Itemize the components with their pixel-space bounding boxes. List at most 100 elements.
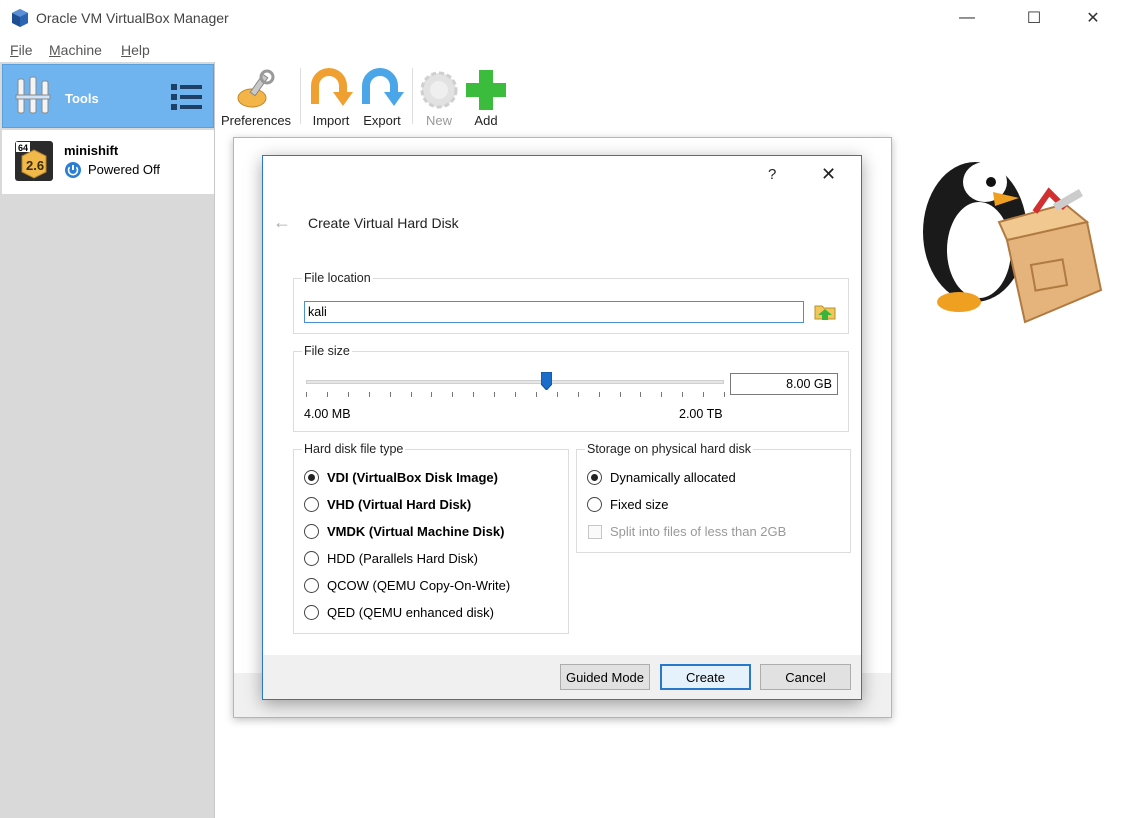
slider-tick <box>431 392 433 397</box>
slider-tick <box>577 392 579 397</box>
dialog-body: File location kali File size 8.00 GB 4.0… <box>263 250 861 655</box>
storage-group: Storage on physical hard disk Dynamicall… <box>576 442 851 553</box>
main-toolbar: Preferences Import Export New Add <box>216 62 1124 128</box>
disk-type-radio[interactable]: VDI (VirtualBox Disk Image) <box>304 470 498 485</box>
file-size-group: File size 8.00 GB 4.00 MB 2.00 TB <box>293 344 849 432</box>
file-size-min-label: 4.00 MB <box>304 407 351 421</box>
preferences-button[interactable]: Preferences <box>220 66 292 128</box>
disk-type-radio[interactable]: QED (QEMU enhanced disk) <box>304 605 494 620</box>
virtualbox-window: Oracle VM VirtualBox Manager — ☐ ✕ File … <box>0 0 1124 818</box>
disk-type-label-text: QED (QEMU enhanced disk) <box>327 605 494 620</box>
window-title: Oracle VM VirtualBox Manager <box>36 10 229 26</box>
penguin-toolbox-mascot-icon <box>923 162 1103 324</box>
close-window-button[interactable]: ✕ <box>1070 0 1116 36</box>
slider-tick <box>368 392 370 397</box>
machine-list-pane: Tools 64 2.6 minishift Powered Off <box>0 62 215 818</box>
slider-tick <box>473 392 475 397</box>
add-plus-icon <box>466 70 506 110</box>
disk-type-label-text: VDI (VirtualBox Disk Image) <box>327 470 498 485</box>
slider-tick <box>724 392 725 397</box>
file-size-slider-thumb[interactable] <box>541 372 553 390</box>
disk-type-radio[interactable]: VHD (Virtual Hard Disk) <box>304 497 471 512</box>
slider-tick <box>703 392 705 397</box>
vm-version-badge: 2.6 <box>26 158 45 173</box>
slider-tick <box>515 392 516 397</box>
new-button[interactable]: New <box>417 66 461 128</box>
minimize-button[interactable]: — <box>944 0 990 36</box>
storage-label: Storage on physical hard disk <box>585 442 753 456</box>
create-virtual-hard-disk-dialog: ? ✕ ← Create Virtual Hard Disk File loca… <box>262 155 862 700</box>
file-location-input[interactable]: kali <box>304 301 804 323</box>
slider-tick <box>556 392 558 397</box>
file-location-group: File location kali <box>293 271 849 334</box>
vm-state: Powered Off <box>88 162 161 177</box>
disk-type-label-text: QCOW (QEMU Copy-On-Write) <box>327 578 511 593</box>
title-bar[interactable]: Oracle VM VirtualBox Manager — ☐ ✕ <box>0 0 1124 38</box>
file-size-slider-track[interactable] <box>306 380 724 384</box>
list-menu-icon[interactable] <box>171 82 203 112</box>
dialog-title: Create Virtual Hard Disk <box>308 215 459 231</box>
maximize-button[interactable]: ☐ <box>1011 0 1057 36</box>
file-size-label: File size <box>302 344 352 358</box>
guided-mode-button[interactable]: Guided Mode <box>560 664 650 690</box>
vm-arch-badge: 64 <box>18 143 29 153</box>
slider-tick <box>306 392 307 397</box>
disk-type-label-text: HDD (Parallels Hard Disk) <box>327 551 478 566</box>
disk-type-radio[interactable]: VMDK (Virtual Machine Disk) <box>304 524 504 539</box>
create-button[interactable]: Create <box>660 664 751 690</box>
disk-type-label-text: VMDK (Virtual Machine Disk) <box>327 524 505 539</box>
disk-type-radio[interactable]: QCOW (QEMU Copy-On-Write) <box>304 578 510 593</box>
tools-icon <box>15 76 51 114</box>
vm-name: minishift <box>64 143 119 158</box>
browse-folder-icon[interactable] <box>814 300 836 322</box>
slider-tick <box>347 392 349 397</box>
tools-item[interactable]: Tools <box>2 64 214 128</box>
disk-type-label-text: VHD (Virtual Hard Disk) <box>327 497 472 512</box>
menu-machine[interactable]: Machine <box>49 42 102 58</box>
slider-tick <box>598 392 600 397</box>
import-button[interactable]: Import <box>308 66 354 128</box>
dynamically-allocated-radio[interactable]: Dynamically allocated <box>587 470 736 485</box>
export-icon <box>362 68 404 106</box>
radio-indicator <box>587 497 602 512</box>
toolbar-separator <box>300 68 301 124</box>
radio-indicator <box>304 605 319 620</box>
slider-tick <box>682 392 684 397</box>
menu-file[interactable]: File <box>10 42 33 58</box>
vm-item-minishift[interactable]: 64 2.6 minishift Powered Off <box>2 130 214 194</box>
slider-tick <box>619 392 621 397</box>
file-size-max-label: 2.00 TB <box>679 407 723 421</box>
back-arrow-icon[interactable]: ← <box>273 212 291 233</box>
split-files-checkbox[interactable]: Split into files of less than 2GB <box>588 524 786 539</box>
slider-tick <box>410 392 412 397</box>
radio-indicator <box>304 497 319 512</box>
slider-tick <box>640 392 642 397</box>
slider-tick <box>494 392 496 397</box>
menu-help[interactable]: Help <box>121 42 150 58</box>
file-location-label: File location <box>302 271 373 285</box>
file-size-input[interactable]: 8.00 GB <box>730 373 838 395</box>
checkbox-indicator <box>588 524 602 539</box>
new-gear-icon <box>420 71 458 109</box>
power-off-icon <box>65 162 81 178</box>
disk-type-label: Hard disk file type <box>302 442 406 456</box>
add-button[interactable]: Add <box>464 66 508 128</box>
slider-tick <box>661 392 663 397</box>
radio-indicator <box>304 524 319 539</box>
slider-tick <box>452 392 454 397</box>
export-button[interactable]: Export <box>359 66 405 128</box>
help-button[interactable]: ? <box>768 166 776 183</box>
slider-tick <box>535 392 537 397</box>
radio-indicator <box>304 578 319 593</box>
tools-label: Tools <box>65 91 99 106</box>
virtualbox-logo-icon <box>12 9 28 27</box>
toolbar-separator <box>412 68 413 124</box>
cancel-button[interactable]: Cancel <box>760 664 851 690</box>
dialog-close-button[interactable]: ✕ <box>821 164 836 185</box>
fixed-size-radio[interactable]: Fixed size <box>587 497 669 512</box>
preferences-icon <box>237 69 275 108</box>
radio-indicator <box>304 551 319 566</box>
import-icon <box>311 68 353 106</box>
slider-tick <box>389 392 391 397</box>
disk-type-radio[interactable]: HDD (Parallels Hard Disk) <box>304 551 478 566</box>
